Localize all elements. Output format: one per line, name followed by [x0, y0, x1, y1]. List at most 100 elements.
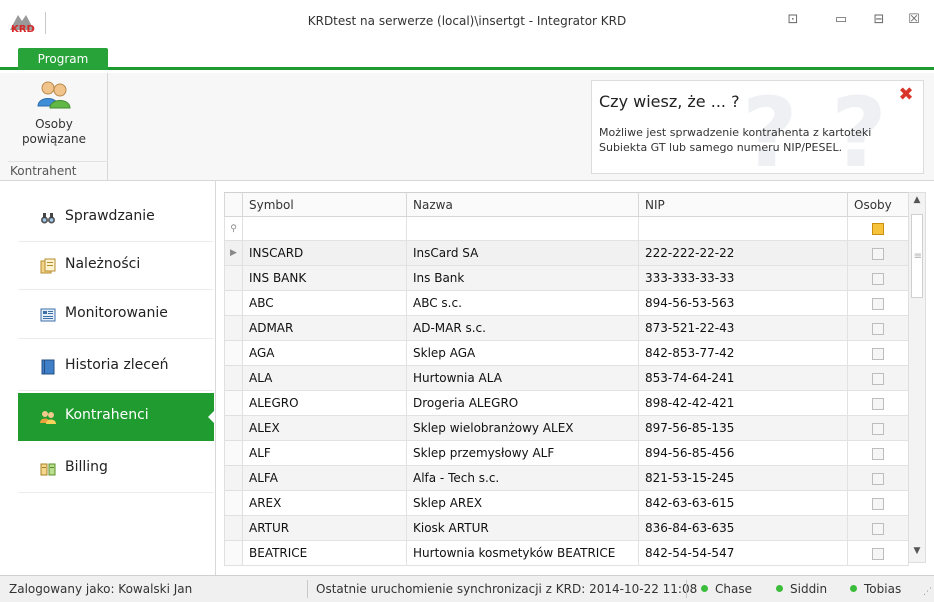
osoby-checkbox[interactable] — [872, 522, 884, 535]
column-header-symbol[interactable]: Symbol — [242, 192, 407, 217]
cell-symbol[interactable]: AGA — [242, 340, 407, 366]
cell-osoby[interactable] — [847, 440, 909, 466]
column-header-nip[interactable]: NIP — [638, 192, 848, 217]
table-row[interactable]: INS BANK Ins Bank 333-333-33-33 — [224, 265, 909, 291]
table-row[interactable]: ARTUR Kiosk ARTUR 836-84-63-635 — [224, 515, 909, 541]
cell-nip[interactable]: 873-521-22-43 — [638, 315, 848, 341]
cell-nip[interactable]: 853-74-64-241 — [638, 365, 848, 391]
table-row[interactable]: ABC ABC s.c. 894-56-53-563 — [224, 290, 909, 316]
osoby-checkbox[interactable] — [872, 397, 884, 410]
cell-symbol[interactable]: ALEX — [242, 415, 407, 441]
filter-symbol-input[interactable] — [242, 216, 407, 241]
osoby-checkbox[interactable] — [872, 422, 884, 435]
cell-symbol[interactable]: ADMAR — [242, 315, 407, 341]
cell-osoby[interactable] — [847, 315, 909, 341]
close-icon[interactable]: ☒ — [903, 11, 925, 29]
vertical-scrollbar[interactable]: ▲ ≡ ▼ — [908, 192, 926, 563]
cell-nazwa[interactable]: Sklep przemysłowy ALF — [406, 440, 639, 466]
table-row[interactable]: ALFA Alfa - Tech s.c. 821-53-15-245 — [224, 465, 909, 491]
cell-nazwa[interactable]: Hurtownia kosmetyków BEATRICE — [406, 540, 639, 566]
cell-nazwa[interactable]: ABC s.c. — [406, 290, 639, 316]
osoby-checkbox[interactable] — [872, 347, 884, 360]
cell-nazwa[interactable]: Ins Bank — [406, 265, 639, 291]
osoby-checkbox[interactable] — [872, 547, 884, 560]
cell-nip[interactable]: 333-333-33-33 — [638, 265, 848, 291]
nav-item-naleznosci[interactable]: Należności — [18, 242, 214, 290]
maximize-icon[interactable]: ⊟ — [868, 11, 890, 29]
cell-nip[interactable]: 842-853-77-42 — [638, 340, 848, 366]
layout-icon[interactable]: ⊡ — [782, 11, 804, 29]
cell-symbol[interactable]: ARTUR — [242, 515, 407, 541]
nav-item-monitorowanie[interactable]: Monitorowanie — [18, 291, 214, 339]
osoby-checkbox[interactable] — [872, 497, 884, 510]
cell-nazwa[interactable]: Sklep AGA — [406, 340, 639, 366]
cell-osoby[interactable] — [847, 365, 909, 391]
cell-osoby[interactable] — [847, 340, 909, 366]
cell-symbol[interactable]: ABC — [242, 290, 407, 316]
cell-symbol[interactable]: ALFA — [242, 465, 407, 491]
column-header-nazwa[interactable]: Nazwa — [406, 192, 639, 217]
cell-osoby[interactable] — [847, 415, 909, 441]
cell-nazwa[interactable]: Alfa - Tech s.c. — [406, 465, 639, 491]
osoby-checkbox[interactable] — [872, 372, 884, 385]
cell-nip[interactable]: 222-222-22-22 — [638, 240, 848, 266]
table-row[interactable]: ADMAR AD-MAR s.c. 873-521-22-43 — [224, 315, 909, 341]
osoby-checkbox[interactable] — [872, 297, 884, 310]
cell-osoby[interactable] — [847, 515, 909, 541]
osoby-checkbox[interactable] — [872, 247, 884, 260]
cell-symbol[interactable]: INS BANK — [242, 265, 407, 291]
nav-item-billing[interactable]: Billing — [18, 445, 214, 493]
cell-nip[interactable]: 894-56-85-456 — [638, 440, 848, 466]
filter-nip-input[interactable] — [638, 216, 848, 241]
cell-osoby[interactable] — [847, 390, 909, 416]
osoby-checkbox[interactable] — [872, 272, 884, 285]
cell-osoby[interactable] — [847, 540, 909, 566]
cell-nazwa[interactable]: Sklep AREX — [406, 490, 639, 516]
filter-osoby-checkbox[interactable] — [847, 216, 909, 241]
osoby-checkbox[interactable] — [872, 322, 884, 335]
cell-osoby[interactable] — [847, 240, 909, 266]
cell-nazwa[interactable]: Kiosk ARTUR — [406, 515, 639, 541]
tab-program[interactable]: Program — [18, 48, 108, 70]
cell-osoby[interactable] — [847, 265, 909, 291]
minimize-icon[interactable]: ▭ — [830, 11, 852, 29]
cell-nazwa[interactable]: Drogeria ALEGRO — [406, 390, 639, 416]
filter-nazwa-input[interactable] — [406, 216, 639, 241]
table-row[interactable]: AGA Sklep AGA 842-853-77-42 — [224, 340, 909, 366]
scroll-up-icon[interactable]: ▲ — [909, 195, 925, 209]
related-persons-button[interactable]: Osoby powiązane — [8, 78, 100, 158]
cell-nazwa[interactable]: InsCard SA — [406, 240, 639, 266]
table-row[interactable]: ALEX Sklep wielobranżowy ALEX 897-56-85-13… — [224, 415, 909, 441]
table-row[interactable]: ALF Sklep przemysłowy ALF 894-56-85-456 — [224, 440, 909, 466]
cell-nip[interactable]: 842-63-63-615 — [638, 490, 848, 516]
cell-nip[interactable]: 897-56-85-135 — [638, 415, 848, 441]
table-row[interactable]: BEATRICE Hurtownia kosmetyków BEATRICE 842… — [224, 540, 909, 566]
cell-nip[interactable]: 842-54-54-547 — [638, 540, 848, 566]
scroll-down-icon[interactable]: ▼ — [909, 546, 925, 560]
cell-osoby[interactable] — [847, 290, 909, 316]
cell-nip[interactable]: 894-56-53-563 — [638, 290, 848, 316]
cell-osoby[interactable] — [847, 465, 909, 491]
cell-symbol[interactable]: BEATRICE — [242, 540, 407, 566]
osoby-checkbox[interactable] — [872, 472, 884, 485]
cell-nazwa[interactable]: Sklep wielobranżowy ALEX — [406, 415, 639, 441]
cell-nip[interactable]: 898-42-42-421 — [638, 390, 848, 416]
nav-item-kontrahenci[interactable]: Kontrahenci — [18, 393, 215, 441]
cell-nip[interactable]: 836-84-63-635 — [638, 515, 848, 541]
table-row[interactable]: ALA Hurtownia ALA 853-74-64-241 — [224, 365, 909, 391]
close-tip-icon[interactable]: ✖ — [897, 86, 915, 104]
column-header-osoby[interactable]: Osoby — [847, 192, 909, 217]
table-row[interactable]: AREX Sklep AREX 842-63-63-615 — [224, 490, 909, 516]
table-row[interactable]: ALEGRO Drogeria ALEGRO 898-42-42-421 — [224, 390, 909, 416]
cell-symbol[interactable]: ALA — [242, 365, 407, 391]
cell-symbol[interactable]: AREX — [242, 490, 407, 516]
nav-item-sprawdzanie[interactable]: Sprawdzanie — [18, 194, 214, 242]
cell-nazwa[interactable]: Hurtownia ALA — [406, 365, 639, 391]
cell-nazwa[interactable]: AD-MAR s.c. — [406, 315, 639, 341]
cell-symbol[interactable]: ALEGRO — [242, 390, 407, 416]
nav-item-historia-zlecen[interactable]: Historia zleceń — [18, 343, 214, 391]
cell-osoby[interactable] — [847, 490, 909, 516]
cell-symbol[interactable]: ALF — [242, 440, 407, 466]
cell-nip[interactable]: 821-53-15-245 — [638, 465, 848, 491]
table-row[interactable]: ▶ INSCARD InsCard SA 222-222-22-22 — [224, 240, 909, 266]
